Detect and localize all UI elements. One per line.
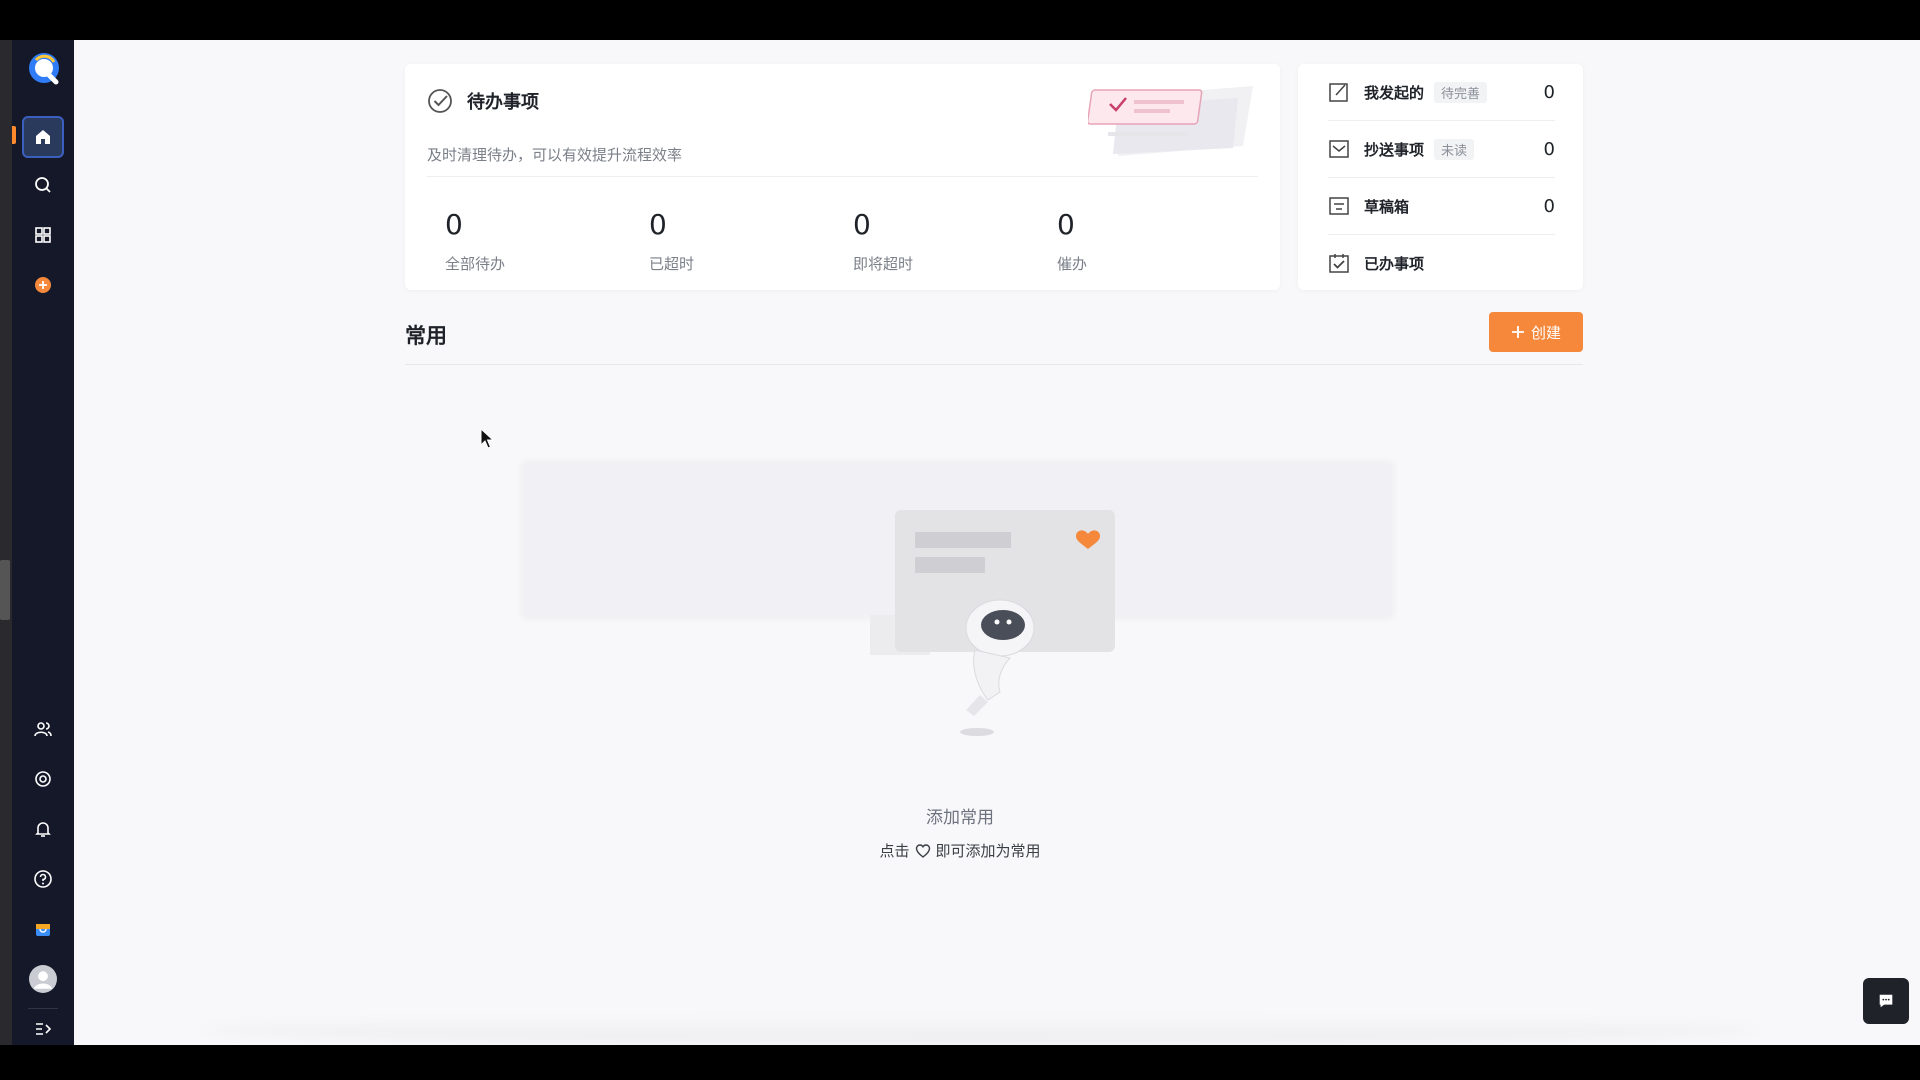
sidebar-item-add[interactable] bbox=[22, 264, 64, 306]
section-divider bbox=[405, 364, 1583, 365]
empty-hint-suffix: 即可添加为常用 bbox=[935, 842, 1041, 860]
stat-label: 即将超时 bbox=[853, 255, 914, 273]
sidebar-item-contacts[interactable] bbox=[22, 708, 64, 750]
users-icon bbox=[34, 722, 52, 737]
stat-value: 0 bbox=[445, 208, 463, 241]
summary-row-cc[interactable]: 抄送事项 未读 0 bbox=[1328, 121, 1555, 178]
stat-value: 0 bbox=[649, 208, 667, 241]
summary-count: 0 bbox=[1543, 138, 1555, 160]
stat-value: 0 bbox=[853, 208, 871, 241]
stat-label: 已超时 bbox=[649, 255, 695, 273]
edge-scroll-handle[interactable] bbox=[0, 560, 10, 620]
chat-icon bbox=[1879, 994, 1893, 1008]
create-button-label: 创建 bbox=[1530, 323, 1561, 342]
sidebar bbox=[12, 40, 74, 1045]
summary-badge: 待完善 bbox=[1434, 81, 1488, 103]
summary-label: 已办事项 bbox=[1364, 254, 1425, 273]
stat-value: 0 bbox=[1057, 208, 1075, 241]
sidebar-item-search[interactable] bbox=[22, 164, 64, 206]
stat-all-todo[interactable]: 0 全部待办 bbox=[445, 209, 649, 274]
gear-icon bbox=[35, 771, 51, 787]
sidebar-item-store[interactable] bbox=[22, 908, 64, 950]
stat-label: 全部待办 bbox=[445, 255, 506, 273]
empty-hint-prefix: 点击 bbox=[879, 842, 910, 860]
summary-count: 0 bbox=[1543, 195, 1555, 217]
sidebar-item-settings[interactable] bbox=[22, 758, 64, 800]
stat-urge[interactable]: 0 催办 bbox=[1057, 209, 1261, 274]
todo-title: 待办事项 bbox=[467, 92, 539, 113]
edit-icon bbox=[1329, 83, 1348, 102]
search-icon bbox=[35, 177, 51, 193]
sidebar-item-home[interactable] bbox=[22, 116, 64, 158]
help-icon bbox=[34, 870, 52, 888]
empty-hint: 点击 即可添加为常用 bbox=[0, 840, 1920, 861]
check-circle-icon bbox=[428, 89, 452, 113]
stat-overdue[interactable]: 0 已超时 bbox=[649, 209, 853, 274]
left-edge-strip bbox=[0, 40, 12, 1045]
sidebar-collapse-toggle[interactable] bbox=[22, 1016, 64, 1042]
summary-badge: 未读 bbox=[1434, 138, 1475, 160]
mouse-cursor-icon bbox=[480, 428, 495, 449]
summary-row-drafts[interactable]: 草稿箱 0 bbox=[1328, 178, 1555, 235]
avatar-icon bbox=[29, 965, 57, 993]
sidebar-item-profile[interactable] bbox=[22, 958, 64, 1000]
draft-icon bbox=[1329, 197, 1349, 215]
heart-icon bbox=[915, 843, 930, 858]
summary-label: 抄送事项 bbox=[1364, 140, 1425, 159]
stat-label: 催办 bbox=[1057, 255, 1088, 273]
home-icon bbox=[36, 130, 50, 144]
summary-row-initiated[interactable]: 我发起的 待完善 0 bbox=[1328, 64, 1555, 121]
summary-count: 0 bbox=[1543, 81, 1555, 103]
expand-menu-icon bbox=[36, 1023, 52, 1035]
app-window: 待办事项 及时清理待办，可以有效提升流程效率 0 全部待办 0 已超时 0 即将… bbox=[0, 40, 1920, 1045]
mail-icon bbox=[1329, 140, 1349, 158]
summary-card: 我发起的 待完善 0 抄送事项 未读 0 草稿箱 0 已办事项 bbox=[1298, 64, 1583, 290]
sidebar-item-apps[interactable] bbox=[22, 214, 64, 256]
app-logo[interactable] bbox=[26, 50, 62, 86]
section-title-common: 常用 bbox=[405, 324, 447, 348]
create-button[interactable]: 创建 bbox=[1489, 312, 1583, 352]
summary-label: 我发起的 bbox=[1364, 83, 1425, 102]
empty-state-illustration bbox=[870, 510, 1115, 736]
summary-row-done[interactable]: 已办事项 bbox=[1328, 235, 1555, 291]
active-indicator bbox=[12, 126, 16, 144]
shop-bag-icon bbox=[36, 924, 50, 936]
sidebar-divider bbox=[28, 1008, 58, 1009]
todo-illustration bbox=[1088, 86, 1253, 156]
todo-header: 待办事项 bbox=[427, 88, 539, 114]
grid-icon bbox=[35, 227, 51, 243]
sidebar-item-help[interactable] bbox=[22, 858, 64, 900]
calendar-check-icon bbox=[1329, 254, 1349, 273]
todo-stats: 0 全部待办 0 已超时 0 即将超时 0 催办 bbox=[445, 209, 1261, 274]
bottom-letterbox bbox=[0, 1045, 1920, 1080]
bottom-shadow bbox=[200, 1015, 1760, 1045]
empty-title: 添加常用 bbox=[926, 808, 994, 828]
chat-button[interactable] bbox=[1863, 978, 1909, 1024]
stat-near-overdue[interactable]: 0 即将超时 bbox=[853, 209, 1057, 274]
todo-divider bbox=[427, 176, 1258, 177]
todo-subtitle: 及时清理待办，可以有效提升流程效率 bbox=[427, 146, 683, 164]
plus-icon bbox=[1511, 326, 1524, 338]
todo-card: 待办事项 及时清理待办，可以有效提升流程效率 0 全部待办 0 已超时 0 即将… bbox=[405, 64, 1280, 290]
summary-label: 草稿箱 bbox=[1364, 197, 1410, 216]
top-letterbox bbox=[0, 0, 1920, 40]
plus-circle-icon bbox=[35, 277, 51, 293]
